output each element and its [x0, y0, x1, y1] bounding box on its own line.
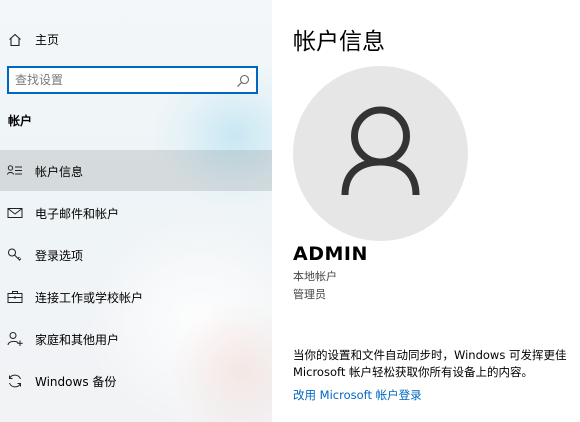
- switch-to-microsoft-account-link[interactable]: 改用 Microsoft 帐户登录: [293, 387, 422, 403]
- sidebar-item-sign-in-options[interactable]: 登录选项: [0, 234, 272, 275]
- sidebar-item-label: 登录选项: [35, 249, 84, 263]
- briefcase-icon: [7, 289, 23, 305]
- search-icon[interactable]: [236, 73, 250, 87]
- sidebar-item-work-school[interactable]: 连接工作或学校帐户: [0, 276, 272, 317]
- home-icon: [8, 32, 22, 47]
- sidebar-item-email-accounts[interactable]: 电子邮件和帐户: [0, 192, 272, 233]
- sidebar-item-label: Windows 备份: [35, 375, 117, 389]
- nav-home-label: 主页: [35, 33, 60, 47]
- sidebar-item-label: 电子邮件和帐户: [35, 207, 120, 221]
- user-name: ADMIN: [293, 243, 368, 265]
- sidebar-item-account-info[interactable]: 帐户信息: [0, 150, 272, 191]
- account-type: 本地帐户: [293, 270, 337, 283]
- sidebar: 主页 帐户 帐户信息: [0, 0, 272, 422]
- sidebar-item-family-users[interactable]: 家庭和其他用户: [0, 318, 272, 359]
- user-silhouette-icon: [341, 106, 420, 196]
- sidebar-item-windows-backup[interactable]: Windows 备份: [0, 360, 272, 401]
- person-add-icon: [7, 331, 23, 347]
- search-input[interactable]: [15, 71, 225, 89]
- avatar: [293, 66, 468, 241]
- sync-description-line: Microsoft 帐户轻松获取你所有设备上的内容。: [293, 365, 533, 379]
- main-content: 帐户信息 ADMIN 本地帐户 管理员 当你的设置和文件自动同步时，Window…: [272, 0, 580, 422]
- section-title: 帐户: [8, 114, 33, 128]
- sidebar-item-label: 连接工作或学校帐户: [35, 291, 144, 305]
- sidebar-item-label: 帐户信息: [35, 165, 84, 179]
- sync-description: 当你的设置和文件自动同步时，Windows 可发挥更佳 Microsoft 帐户…: [293, 347, 580, 381]
- sync-description-line: 当你的设置和文件自动同步时，Windows 可发挥更佳: [293, 348, 567, 362]
- mail-icon: [7, 205, 23, 221]
- nav-home[interactable]: 主页: [0, 24, 272, 54]
- sync-icon: [7, 373, 23, 389]
- settings-window: 主页 帐户 帐户信息: [0, 0, 580, 422]
- account-role: 管理员: [293, 288, 326, 301]
- search-box[interactable]: [7, 66, 258, 94]
- person-list-icon: [7, 163, 23, 179]
- sidebar-item-label: 家庭和其他用户: [35, 333, 120, 347]
- key-icon: [7, 247, 23, 263]
- page-title: 帐户信息: [293, 29, 385, 55]
